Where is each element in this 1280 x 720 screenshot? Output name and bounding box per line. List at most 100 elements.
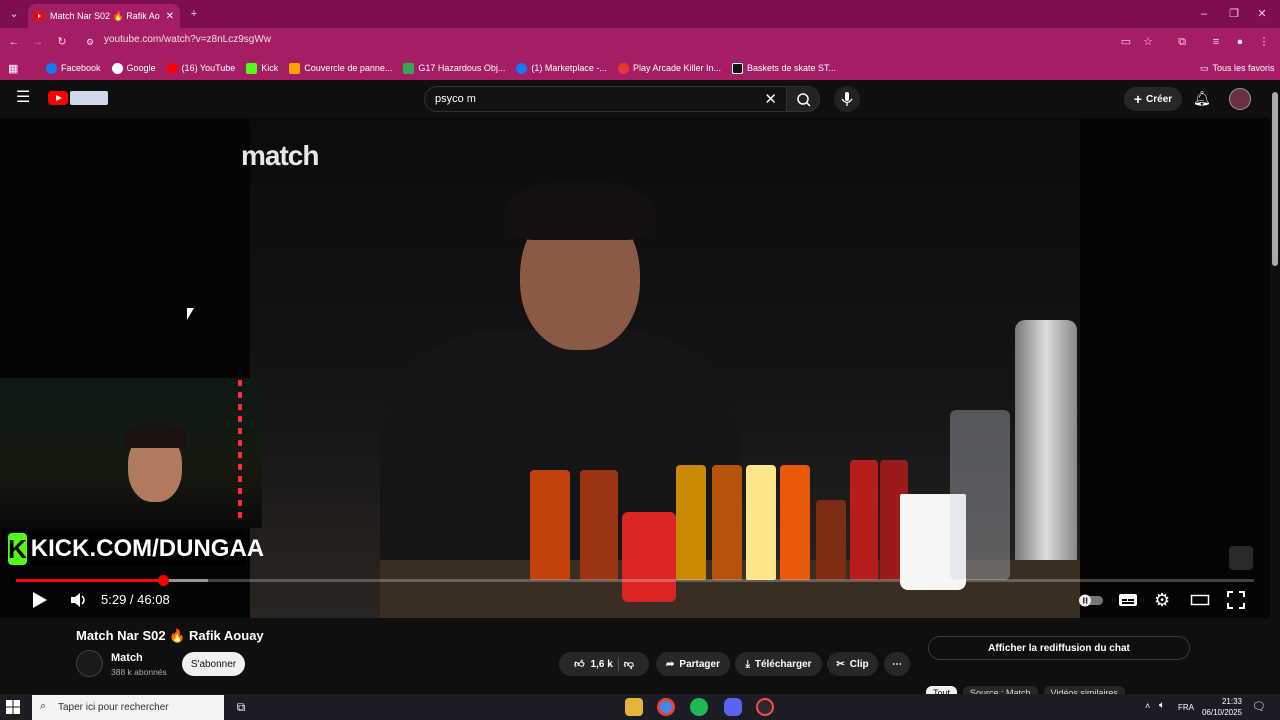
notifications-bell-icon[interactable]: 🔔︎ — [1193, 90, 1211, 107]
hot-sauce-bottle — [676, 465, 706, 580]
subtitles-icon — [1119, 594, 1137, 606]
taskbar-search-input[interactable]: ⌕ Taper ici pour rechercher — [32, 695, 224, 720]
match-watermark-logo: match — [241, 140, 319, 171]
autoplay-toggle[interactable] — [1077, 590, 1105, 610]
bookmark-arcade[interactable]: Play Arcade Killer In... — [617, 62, 721, 74]
kick-logo-icon: K — [8, 533, 27, 565]
download-icon: ⤓ — [745, 658, 750, 670]
led-strip — [238, 380, 242, 520]
theater-mode-button[interactable] — [1190, 590, 1210, 610]
search-button[interactable] — [786, 86, 820, 112]
more-horizontal-icon: ⋯ — [892, 658, 902, 670]
play-button[interactable] — [30, 590, 50, 610]
fullscreen-button[interactable] — [1226, 590, 1246, 610]
facebook-icon — [516, 62, 528, 74]
bookmark-youtube[interactable]: (16) YouTube — [166, 62, 235, 74]
reload-icon[interactable]: ↻ — [54, 34, 70, 50]
search-input[interactable]: psyco m ✕ — [424, 86, 788, 112]
folder-icon: ▭ — [1200, 62, 1209, 73]
mouse-cursor-icon — [187, 308, 194, 320]
kick-icon — [246, 62, 258, 74]
video-title: Match Nar S02 🔥 Rafik Aouay — [76, 628, 264, 643]
bookmark-g17[interactable]: G17 Hazardous Obj... — [403, 62, 505, 74]
create-button[interactable]: + Créer — [1124, 87, 1182, 111]
bookmark-kick[interactable]: Kick — [246, 62, 278, 74]
clear-search-icon[interactable]: ✕ — [764, 90, 777, 108]
show-chat-replay-button[interactable]: Afficher la rediffusion du chat — [928, 636, 1190, 660]
task-view-icon[interactable]: ⧉ — [232, 698, 250, 716]
tab-active[interactable]: Match Nar S02 🔥 Rafik Aouay ✕ — [28, 4, 180, 28]
clip-button[interactable]: ✂ Clip — [827, 652, 878, 676]
search-icon — [797, 93, 811, 107]
like-button[interactable]: 👍︎ 1,6 k — [574, 658, 613, 671]
extensions-icon[interactable]: ⧉ — [1174, 34, 1190, 50]
bookmark-couvercle[interactable]: Couvercle de panne... — [289, 62, 392, 74]
sauce-can — [622, 512, 676, 602]
search-query[interactable]: psyco m — [435, 93, 476, 105]
speaker-icon[interactable]: 🔈︎ — [1159, 700, 1165, 711]
settings-gear-icon[interactable]: ⚙ — [1154, 590, 1174, 610]
thumbs-down-icon: 👎︎ — [623, 659, 634, 670]
spotify-icon[interactable] — [690, 698, 708, 716]
more-actions-button[interactable]: ⋯ — [884, 652, 910, 676]
discord-icon[interactable] — [724, 698, 742, 716]
dislike-button[interactable]: 👎︎ — [624, 658, 634, 670]
voice-search-button[interactable] — [834, 86, 860, 112]
forward-icon[interactable]: → — [30, 34, 46, 50]
channel-avatar[interactable] — [76, 650, 103, 677]
file-explorer-icon[interactable] — [625, 698, 643, 716]
divider — [617, 657, 619, 671]
minimize-icon[interactable]: – — [1196, 6, 1212, 22]
site-info-icon[interactable]: ⚙ — [82, 34, 98, 50]
taskbar-clock[interactable]: 21:33 06/10/2025 — [1196, 696, 1242, 718]
tab-close-icon[interactable]: ✕ — [166, 11, 174, 22]
channel-name[interactable]: Match — [111, 652, 143, 664]
bookmark-facebook[interactable]: Facebook — [46, 62, 101, 74]
volume-button[interactable] — [69, 590, 89, 610]
bookmark-marketplace[interactable]: (1) Marketplace -... — [516, 62, 607, 74]
download-button[interactable]: ⤓ Télécharger — [735, 652, 822, 676]
youtube-doodle-logo[interactable] — [70, 91, 108, 105]
tab-search-chevron-icon[interactable]: ⌄ — [6, 6, 22, 22]
cast-icon[interactable]: ▭ — [1118, 34, 1134, 50]
new-tab-icon[interactable]: + — [186, 6, 202, 22]
bookmark-google[interactable]: Google — [111, 62, 156, 74]
chrome-icon[interactable] — [657, 698, 675, 716]
bookmark-star-icon[interactable]: ☆ — [1140, 34, 1156, 50]
tray-chevron-icon[interactable]: ˄ — [1145, 701, 1150, 711]
youtube-logo-icon[interactable] — [48, 91, 68, 105]
subscriber-count: 388 k abonnés — [111, 667, 167, 677]
share-button[interactable]: ➦ Partager — [656, 652, 730, 676]
tab-search-icon[interactable]: ≡ — [1208, 34, 1224, 50]
menu-icon[interactable]: ⋮ — [1256, 34, 1272, 50]
hamburger-menu-icon[interactable]: ☰ — [16, 90, 30, 106]
obs-icon[interactable] — [756, 698, 774, 716]
fullscreen-icon — [1227, 591, 1245, 609]
profile-icon[interactable]: ● — [1232, 34, 1248, 50]
subscribe-button[interactable]: S'abonner — [182, 652, 245, 676]
close-window-icon[interactable]: ✕ — [1254, 6, 1270, 22]
input-language[interactable]: FRA — [1178, 703, 1194, 712]
google-icon — [111, 62, 123, 74]
scissors-icon: ✂ — [836, 658, 845, 670]
video-siphon — [1015, 320, 1077, 590]
url-field[interactable]: youtube.com/watch?v=z8nLcz9sgWw — [104, 34, 271, 45]
apps-grid-icon[interactable]: ▦ — [8, 62, 22, 75]
windows-start-icon[interactable] — [6, 700, 20, 714]
facebook-icon — [46, 62, 57, 74]
kick-channel-banner: K KICK.COM/DUNGAA — [6, 532, 264, 566]
scrollbar-thumb[interactable] — [1272, 92, 1278, 266]
all-bookmarks[interactable]: ▭ Tous les favoris — [1200, 63, 1275, 74]
bookmark-baskets[interactable]: Baskets de skate ST... — [731, 62, 836, 74]
hot-sauce-bottle — [530, 470, 570, 580]
account-avatar[interactable] — [1229, 88, 1251, 110]
channel-watermark-icon[interactable] — [1229, 546, 1253, 570]
tab-title: Match Nar S02 🔥 Rafik Aouay — [50, 10, 160, 21]
restore-icon[interactable]: ❐ — [1226, 6, 1242, 22]
notification-center-icon[interactable]: 🗨︎ — [1252, 700, 1266, 713]
bookmarks-bar: ▦ Facebook Google (16) YouTube Kick Couv… — [0, 56, 1280, 80]
microphone-icon — [841, 92, 853, 106]
back-icon[interactable]: ← — [6, 34, 22, 50]
subtitles-button[interactable] — [1118, 590, 1138, 610]
sheet-icon — [403, 62, 415, 74]
